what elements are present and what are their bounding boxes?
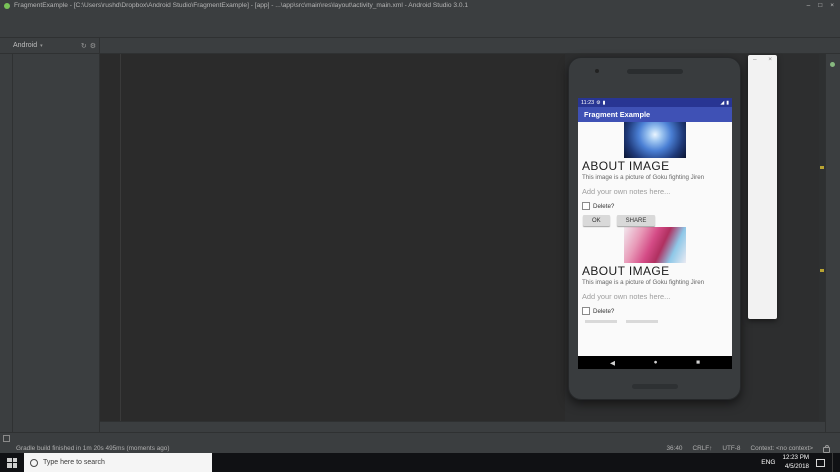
navigation-bar: [0, 22, 840, 38]
search-placeholder: Type here to search: [43, 459, 105, 466]
windows-taskbar: Type here to search ENG 12:23 PM 4/5/201…: [0, 453, 840, 472]
code-editor[interactable]: [100, 54, 565, 421]
chevron-down-icon: ▾: [40, 42, 43, 49]
left-tool-strip: [0, 54, 13, 432]
right-tool-strip: [825, 54, 840, 432]
overview-nav-icon[interactable]: ■: [696, 359, 700, 366]
action-center-icon[interactable]: [816, 458, 825, 467]
context-indicator[interactable]: Context: <no context>: [750, 445, 813, 452]
home-nav-icon[interactable]: ●: [654, 359, 658, 366]
gear-icon: ⚙: [596, 99, 601, 106]
battery-icon: ▮: [602, 99, 606, 106]
project-panel-header[interactable]: Android ▾ ↻ ⚙: [0, 38, 100, 53]
search-input[interactable]: Type here to search: [24, 453, 212, 472]
menu-bar: [0, 11, 840, 22]
phone-speaker: [626, 69, 683, 74]
line-ending-indicator[interactable]: CRLF↑: [692, 445, 712, 452]
minimize-button[interactable]: –: [807, 2, 811, 9]
window-title: FragmentExample - [C:\Users\rushd\Dropbo…: [14, 2, 469, 9]
image-description-2: This image is a picture of Goku fighting…: [582, 279, 705, 286]
signal-icon: ◢: [720, 99, 725, 106]
emulator-screen[interactable]: 11:23 ⚙ ▮ ◢ ▮ Fragment Example ABOUT IMA…: [578, 98, 732, 369]
checkbox-icon: [582, 307, 590, 315]
caret-position[interactable]: 36:40: [666, 445, 682, 452]
project-scope-dropdown[interactable]: Android: [13, 42, 37, 49]
phone-status-bar: 11:23 ⚙ ▮ ◢ ▮: [578, 98, 732, 107]
back-nav-icon[interactable]: ◀: [610, 359, 615, 367]
goku-image-2: [624, 227, 686, 263]
tool-window-bar: [0, 432, 840, 444]
cortana-icon: [30, 458, 38, 467]
ok-button[interactable]: OK: [583, 215, 610, 226]
design-text-tab-row: [100, 421, 825, 432]
about-image-heading-1: ABOUT IMAGE: [582, 159, 670, 173]
battery-icon: ▮: [726, 99, 729, 106]
maximize-button[interactable]: □: [818, 2, 822, 9]
close-button[interactable]: ×: [830, 2, 834, 9]
phone-clock: 11:23: [581, 99, 595, 106]
clipped-buttons: [585, 320, 732, 323]
app-content: ABOUT IMAGE This image is a picture of G…: [578, 122, 732, 356]
clock[interactable]: 12:23 PM 4/5/2018: [783, 454, 809, 472]
ide-status-bar: Gradle build finished in 1m 20s 495ms (m…: [0, 444, 840, 453]
goku-image-1: [624, 122, 686, 158]
windows-logo-icon: [7, 457, 17, 468]
editor-tab-row: Android ▾ ↻ ⚙: [0, 38, 840, 54]
tool-window-toggle-icon[interactable]: [3, 435, 10, 442]
about-image-heading-2: ABOUT IMAGE: [582, 264, 670, 278]
encoding-indicator[interactable]: UTF-8: [722, 445, 740, 452]
phone-nav-bar: ◀ ● ■: [578, 356, 732, 369]
project-panel: [13, 54, 100, 432]
delete-checkbox-1[interactable]: Delete?: [582, 202, 732, 210]
title-bar: FragmentExample - [C:\Users\rushd\Dropbo…: [0, 0, 840, 11]
settings-gear-icon[interactable]: ⚙: [90, 42, 96, 50]
android-studio-logo-icon: [4, 2, 10, 9]
app-bar-title: Fragment Example: [578, 107, 732, 122]
layout-preview-panel: 11:23 ⚙ ▮ ◢ ▮ Fragment Example ABOUT IMA…: [565, 54, 819, 421]
android-studio-window: FragmentExample - [C:\Users\rushd\Dropbo…: [0, 0, 840, 472]
share-button[interactable]: SHARE: [616, 215, 656, 226]
phone-bottom-speaker: [631, 384, 678, 389]
checkbox-icon: [582, 202, 590, 210]
emulator-minimize-button[interactable]: –: [753, 56, 757, 63]
emulator-close-button[interactable]: ×: [768, 56, 772, 63]
emulator-toolbar: – ×: [748, 55, 777, 319]
image-description-1: This image is a picture of Goku fighting…: [582, 174, 705, 181]
emulator-phone: 11:23 ⚙ ▮ ◢ ▮ Fragment Example ABOUT IMA…: [568, 57, 741, 400]
gradle-icon: [830, 62, 835, 67]
gradle-build-status: Gradle build finished in 1m 20s 495ms (m…: [16, 445, 170, 452]
sync-icon[interactable]: ↻: [81, 42, 87, 50]
language-indicator[interactable]: ENG: [761, 459, 775, 466]
start-button[interactable]: [0, 453, 24, 472]
delete-checkbox-2[interactable]: Delete?: [582, 307, 732, 315]
notes-input-1[interactable]: Add your own notes here...: [582, 187, 732, 196]
notes-input-2[interactable]: Add your own notes here...: [582, 292, 732, 301]
lock-icon[interactable]: [823, 444, 830, 453]
phone-camera-dot: [595, 69, 599, 73]
warning-tick[interactable]: [820, 269, 824, 272]
warning-tick[interactable]: [820, 166, 824, 169]
show-desktop-button[interactable]: [832, 453, 837, 472]
